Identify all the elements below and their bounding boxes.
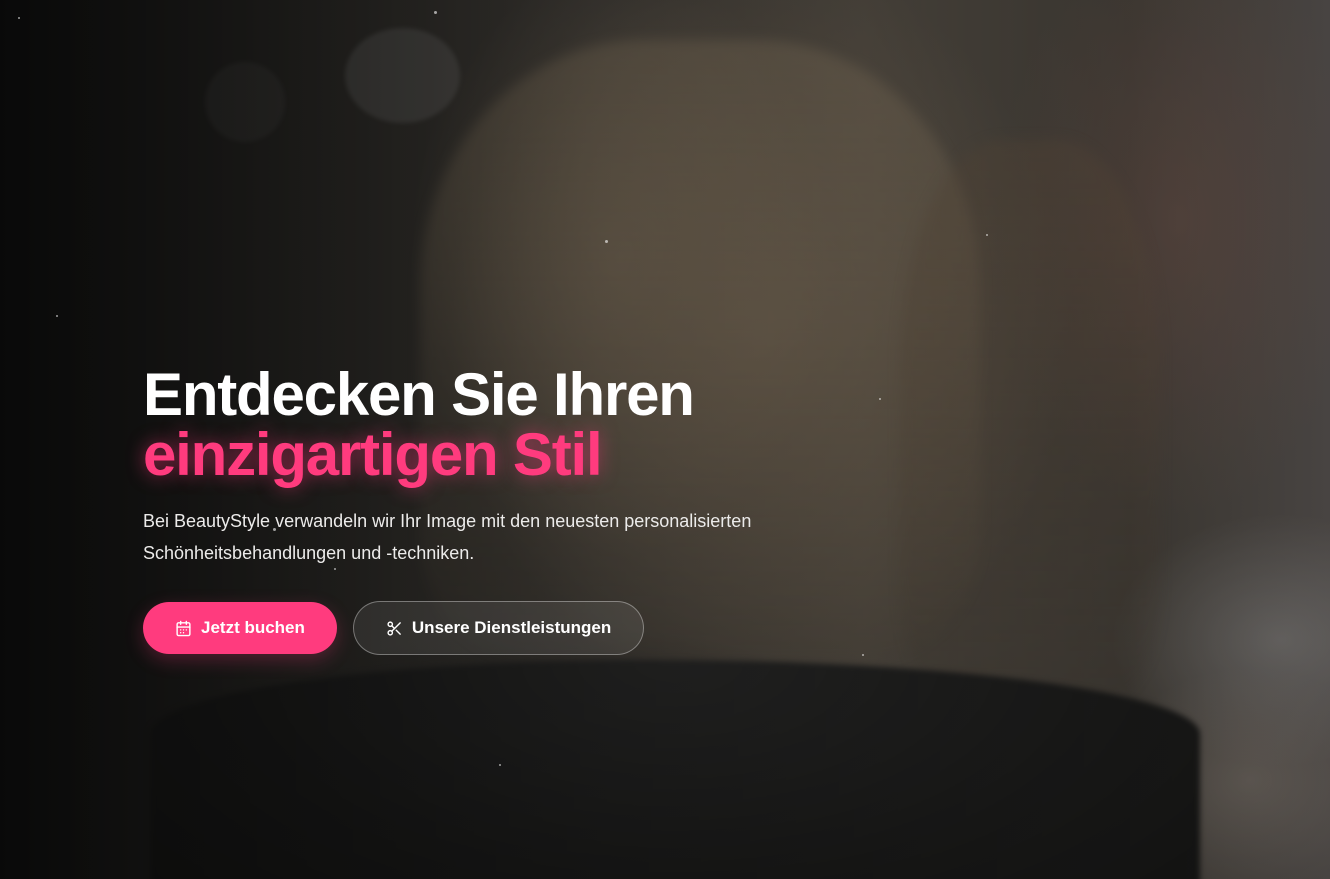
headline-line-2-accent: einzigartigen Stil xyxy=(143,421,603,488)
calendar-icon xyxy=(176,620,191,636)
floating-particle xyxy=(18,17,20,19)
hero-subtitle: Bei BeautyStyle verwandeln wir Ihr Image… xyxy=(143,511,752,563)
hero-section: Entdecken Sie Ihren einzigartigen Stil B… xyxy=(0,0,1330,879)
floating-particle xyxy=(605,240,608,243)
hero-actions: Jetzt buchen Unsere Dienstleistungen xyxy=(143,601,903,655)
book-now-label: Jetzt buchen xyxy=(201,618,305,637)
our-services-button[interactable]: Unsere Dienstleistungen xyxy=(352,601,645,655)
floating-particle xyxy=(434,11,437,14)
our-services-label: Unsere Dienstleistungen xyxy=(411,618,612,637)
scissors-icon xyxy=(387,620,401,636)
book-now-button[interactable]: Jetzt buchen xyxy=(143,602,337,654)
headline-line-1: Entdecken Sie Ihren xyxy=(143,361,695,428)
hero-content: Entdecken Sie Ihren einzigartigen Stil B… xyxy=(143,365,903,655)
floating-particle xyxy=(499,764,501,766)
hero-headline: Entdecken Sie Ihren einzigartigen Stil xyxy=(143,365,903,485)
floating-particle xyxy=(986,234,988,236)
floating-particle xyxy=(56,315,58,317)
